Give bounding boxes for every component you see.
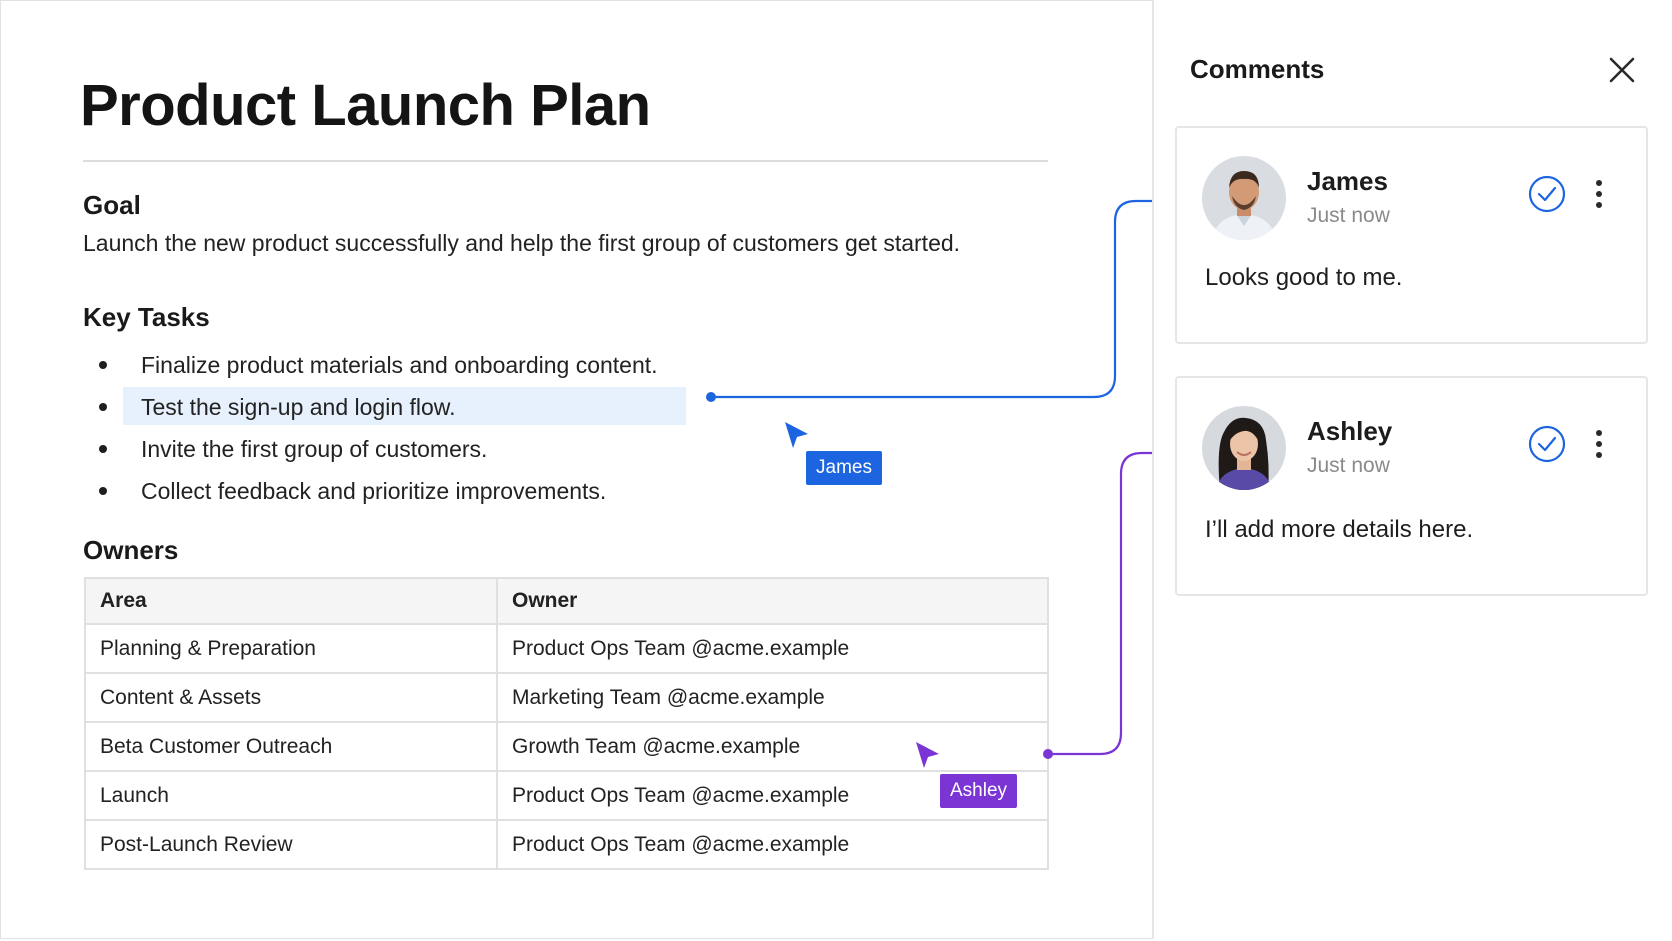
- task-item[interactable]: Collect feedback and prioritize improvem…: [83, 470, 658, 512]
- more-options-button[interactable]: [1589, 174, 1609, 214]
- task-text: Collect feedback and prioritize improvem…: [141, 478, 607, 504]
- bullet: [99, 361, 107, 369]
- column-header-area: Area: [84, 577, 498, 625]
- owners-heading: Owners: [83, 535, 179, 565]
- table-row: Beta Customer Outreach Growth Team @acme…: [84, 721, 1049, 772]
- comment-author: James: [1307, 166, 1388, 196]
- more-vertical-icon: [1596, 430, 1602, 458]
- james-cursor: [783, 420, 811, 455]
- comment-timestamp: Just now: [1307, 204, 1390, 227]
- owner-cell[interactable]: Growth Team @acme.example: [496, 721, 1049, 772]
- area-cell[interactable]: Post-Launch Review: [84, 819, 498, 870]
- area-cell[interactable]: Beta Customer Outreach: [84, 721, 498, 772]
- avatar: [1202, 156, 1286, 240]
- bullet: [99, 487, 107, 495]
- pointer-icon: [785, 422, 808, 448]
- area-cell[interactable]: Content & Assets: [84, 672, 498, 723]
- check-circle-icon: [1528, 175, 1566, 213]
- goal-heading: Goal: [83, 190, 141, 220]
- table-row: Planning & Preparation Product Ops Team …: [84, 623, 1049, 674]
- task-text: Invite the first group of customers.: [141, 436, 488, 462]
- owner-cell[interactable]: Product Ops Team @acme.example: [496, 819, 1049, 870]
- bullet: [99, 445, 107, 453]
- comment-text: Looks good to me.: [1205, 264, 1403, 291]
- table-row: Content & Assets Marketing Team @acme.ex…: [84, 672, 1049, 723]
- close-icon: [1609, 57, 1635, 83]
- comment-author: Ashley: [1307, 416, 1393, 446]
- area-cell[interactable]: Planning & Preparation: [84, 623, 498, 674]
- task-text: Test the sign-up and login flow.: [141, 394, 456, 420]
- more-vertical-icon: [1596, 180, 1602, 208]
- area-cell[interactable]: Launch: [84, 770, 498, 821]
- comment-card[interactable]: James Just now Looks good to me.: [1175, 126, 1648, 344]
- more-options-button[interactable]: [1589, 424, 1609, 464]
- owners-table: Area Owner Planning & Preparation Produc…: [84, 577, 1049, 870]
- ashley-cursor: [914, 740, 942, 775]
- key-tasks-heading: Key Tasks: [83, 302, 210, 332]
- avatar: [1202, 406, 1286, 490]
- owner-cell[interactable]: Product Ops Team @acme.example: [496, 623, 1049, 674]
- comment-text: I’ll add more details here.: [1205, 516, 1474, 543]
- bullet: [99, 403, 107, 411]
- pointer-icon: [916, 742, 939, 768]
- table-row: Launch Product Ops Team @acme.example: [84, 770, 1049, 821]
- comments-panel-title: Comments: [1190, 54, 1325, 84]
- goal-text: Launch the new product successfully and …: [83, 230, 961, 256]
- check-circle-icon: [1528, 425, 1566, 463]
- task-item[interactable]: Invite the first group of customers.: [83, 428, 658, 470]
- key-tasks-list: Finalize product materials and onboardin…: [83, 344, 686, 512]
- table-row: Post-Launch Review Product Ops Team @acm…: [84, 819, 1049, 870]
- close-button[interactable]: [1606, 54, 1638, 86]
- task-text: Finalize product materials and onboardin…: [141, 352, 658, 378]
- resolve-button[interactable]: [1527, 424, 1567, 464]
- title-divider: [83, 160, 1048, 162]
- table-header-row: Area Owner: [84, 577, 1049, 625]
- document-title: Product Launch Plan: [80, 73, 651, 138]
- comment-card[interactable]: Ashley Just now I’ll add more details he…: [1175, 376, 1648, 596]
- comment-timestamp: Just now: [1307, 454, 1390, 477]
- comments-panel: Comments James Just now Looks good to me…: [1152, 0, 1672, 939]
- owner-cell[interactable]: Marketing Team @acme.example: [496, 672, 1049, 723]
- ashley-cursor-label: Ashley: [940, 774, 1018, 808]
- resolve-button[interactable]: [1527, 174, 1567, 214]
- task-item[interactable]: Finalize product materials and onboardin…: [83, 344, 658, 386]
- task-item-commented[interactable]: Test the sign-up and login flow.: [83, 386, 686, 428]
- james-cursor-label: James: [806, 451, 882, 485]
- column-header-owner: Owner: [496, 577, 1049, 625]
